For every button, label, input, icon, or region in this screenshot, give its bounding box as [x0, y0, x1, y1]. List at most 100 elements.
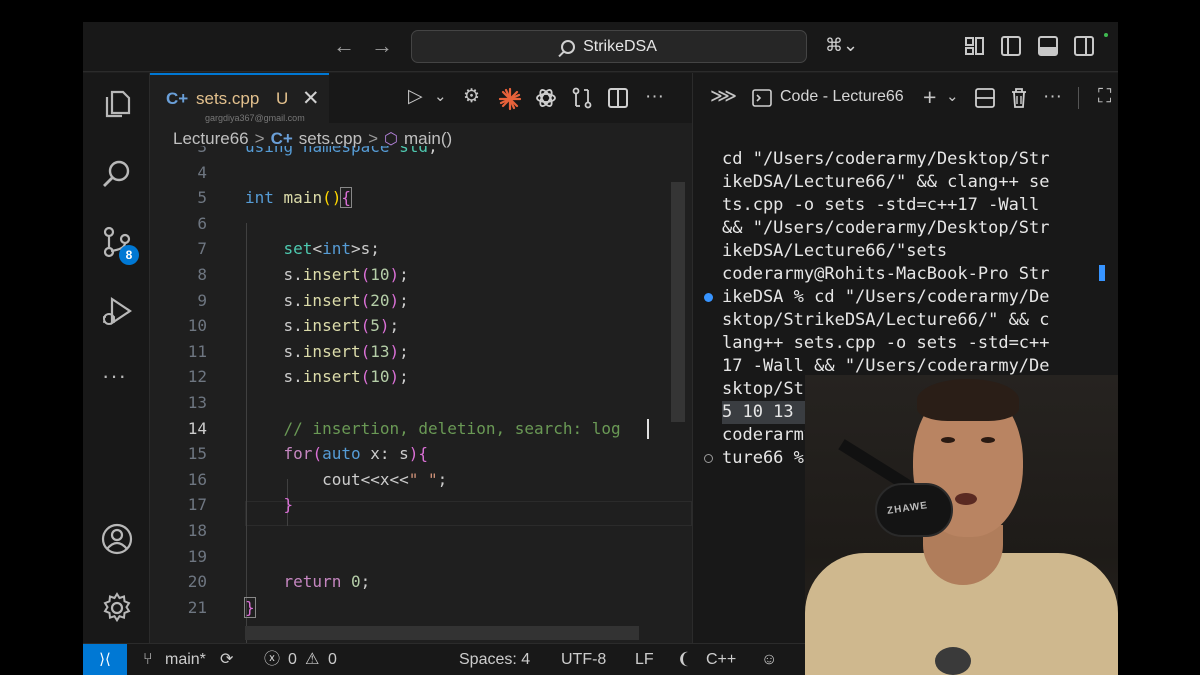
more-actions-icon[interactable]: ··· — [645, 86, 664, 108]
code-line: 4 — [150, 160, 692, 186]
settings-gear-icon[interactable] — [100, 591, 134, 625]
braces-icon[interactable]: ❨ — [677, 651, 690, 669]
customize-layout-icon[interactable] — [965, 36, 985, 56]
close-icon[interactable]: ✕ — [302, 86, 320, 111]
indentation-setting[interactable]: Spaces: 4 — [459, 651, 530, 669]
line-number: 18 — [187, 521, 207, 540]
toggle-panel-chevrons-icon[interactable]: ⋙ — [710, 86, 737, 108]
split-terminal-icon[interactable] — [975, 88, 995, 108]
run-file-icon[interactable]: ▷ — [408, 86, 423, 108]
terminal-title[interactable]: Code - Lecture66 — [780, 88, 904, 106]
toggle-panel-icon[interactable] — [1038, 36, 1058, 56]
tab-sets-cpp[interactable]: C+ sets.cpp U ✕ gargdiya367@gmail.com — [150, 73, 329, 123]
encoding-setting[interactable]: UTF-8 — [561, 651, 606, 669]
code-line: 6 — [150, 211, 692, 237]
source-control-badge: 8 — [119, 245, 139, 265]
header-divider — [1078, 87, 1079, 109]
horizontal-scrollbar[interactable] — [245, 626, 639, 640]
toggle-primary-sidebar-icon[interactable] — [1001, 36, 1021, 56]
line-number: 13 — [187, 393, 207, 412]
line-number: 21 — [187, 597, 207, 617]
code-text: s.insert(5); — [245, 316, 400, 336]
code-line-active: 14 // insertion, deletion, search: log — [150, 416, 692, 442]
title-bar: ← → StrikeDSA ⌘⌄ — [83, 22, 1118, 72]
warning-icon[interactable]: ⚠ — [305, 651, 319, 669]
terminal-line: && "/Users/coderarmy/Desktop/Str — [722, 218, 1050, 238]
presenter-pendant — [935, 647, 971, 675]
webcam-overlay: ZHAWE — [805, 375, 1118, 675]
activity-bar: 8 ··· — [83, 73, 150, 643]
code-line: 21 } — [150, 595, 692, 621]
cpp-file-icon: C+ — [166, 89, 189, 108]
presenter-eye — [941, 437, 955, 443]
presenter-hair — [917, 379, 1019, 421]
terminal-line: cd "/Users/coderarmy/Desktop/Str — [722, 149, 1050, 169]
warning-count: 0 — [328, 651, 337, 668]
explorer-icon[interactable] — [100, 87, 134, 121]
terminal-line: ikeDSA % cd "/Users/coderarmy/De — [722, 287, 1050, 307]
language-mode[interactable]: C++ — [706, 651, 736, 669]
line-number: 3 — [197, 146, 207, 156]
forward-arrow-icon[interactable]: → — [371, 34, 393, 58]
terminal-more-icon[interactable]: ··· — [1043, 86, 1062, 108]
code-line: 18 — [150, 518, 692, 544]
line-number: 14 — [187, 418, 207, 438]
code-line: 11 s.insert(13); — [150, 339, 692, 365]
chatgpt-icon[interactable] — [534, 86, 558, 110]
workspace-name: StrikeDSA — [583, 37, 657, 55]
tab-label: sets.cpp — [196, 89, 260, 108]
untracked-indicator: U — [276, 89, 289, 108]
split-editor-icon[interactable] — [607, 87, 629, 109]
line-number: 5 — [197, 188, 207, 208]
terminal-line: lang++ sets.cpp -o sets -std=c++ — [722, 333, 1050, 353]
terminal-icon — [752, 89, 772, 107]
error-icon[interactable]: ⓧ — [264, 651, 280, 669]
command-center-search[interactable]: StrikeDSA — [411, 30, 807, 63]
run-and-debug-icon[interactable] — [100, 295, 134, 329]
remote-indicator-icon[interactable]: ⟩⟨ — [83, 644, 127, 675]
code-editor[interactable]: 3 using namespace std; 4 5 int main(){ 6… — [150, 146, 692, 643]
debug-settings-icon[interactable]: ⚙ — [463, 86, 480, 108]
back-arrow-icon[interactable]: ← — [333, 34, 355, 58]
scroll-marker — [1099, 265, 1105, 281]
accounts-icon[interactable] — [100, 522, 134, 556]
terminal-line: ts.cpp -o sets -std=c++17 -Wall — [722, 195, 1040, 215]
line-number: 8 — [197, 265, 207, 284]
branch-name[interactable]: main* — [165, 651, 206, 669]
sync-icon[interactable]: ⟳ — [220, 651, 233, 669]
line-number: 10 — [187, 316, 207, 336]
line-number: 17 — [187, 495, 207, 515]
code-line: 12 s.insert(10); — [150, 364, 692, 390]
copilot-icon[interactable]: ⌘⌄ — [825, 35, 858, 56]
code-line: 10 s.insert(5); — [150, 313, 692, 339]
maximize-panel-icon[interactable]: ⛶ — [1098, 86, 1111, 108]
code-text: for(auto x: s){ — [283, 444, 429, 464]
run-menu-chevron-icon[interactable]: ⌄ — [434, 86, 447, 108]
terminal-header: ⋙ Code - Lecture66 + ⌄ ··· ⛶ — [693, 73, 1118, 123]
command-pending-dot[interactable] — [704, 454, 713, 463]
eol-setting[interactable]: LF — [635, 651, 654, 669]
code-line: 15 for(auto x: s){ — [150, 441, 692, 467]
code-text: cout<<x<<" "; — [245, 469, 448, 489]
trash-icon[interactable] — [1010, 87, 1028, 109]
search-icon[interactable] — [100, 157, 134, 191]
line-number: 6 — [197, 213, 207, 233]
claude-icon[interactable] — [498, 87, 522, 111]
feedback-icon[interactable]: ☺ — [761, 651, 777, 669]
new-terminal-icon[interactable]: + — [923, 86, 936, 109]
code-line: 9 s.insert(20); — [150, 288, 692, 314]
terminal-line: sktop/StrikeDSA/Lecture66/" && c — [722, 310, 1050, 330]
code-text: s.insert(13); — [245, 341, 409, 361]
line-number: 11 — [187, 341, 207, 361]
vertical-scrollbar[interactable] — [671, 182, 685, 422]
more-views-icon[interactable]: ··· — [102, 363, 127, 389]
code-line: 16 cout<<x<<" "; — [150, 467, 692, 493]
terminal-dropdown-icon[interactable]: ⌄ — [946, 86, 959, 108]
compare-changes-icon[interactable] — [570, 86, 594, 110]
toggle-secondary-sidebar-icon[interactable] — [1074, 36, 1094, 56]
code-text: s.insert(20); — [245, 290, 409, 310]
command-success-dot[interactable] — [704, 293, 713, 302]
code-text: } — [283, 495, 294, 515]
line-number: 15 — [187, 444, 207, 464]
line-number: 4 — [197, 162, 207, 182]
